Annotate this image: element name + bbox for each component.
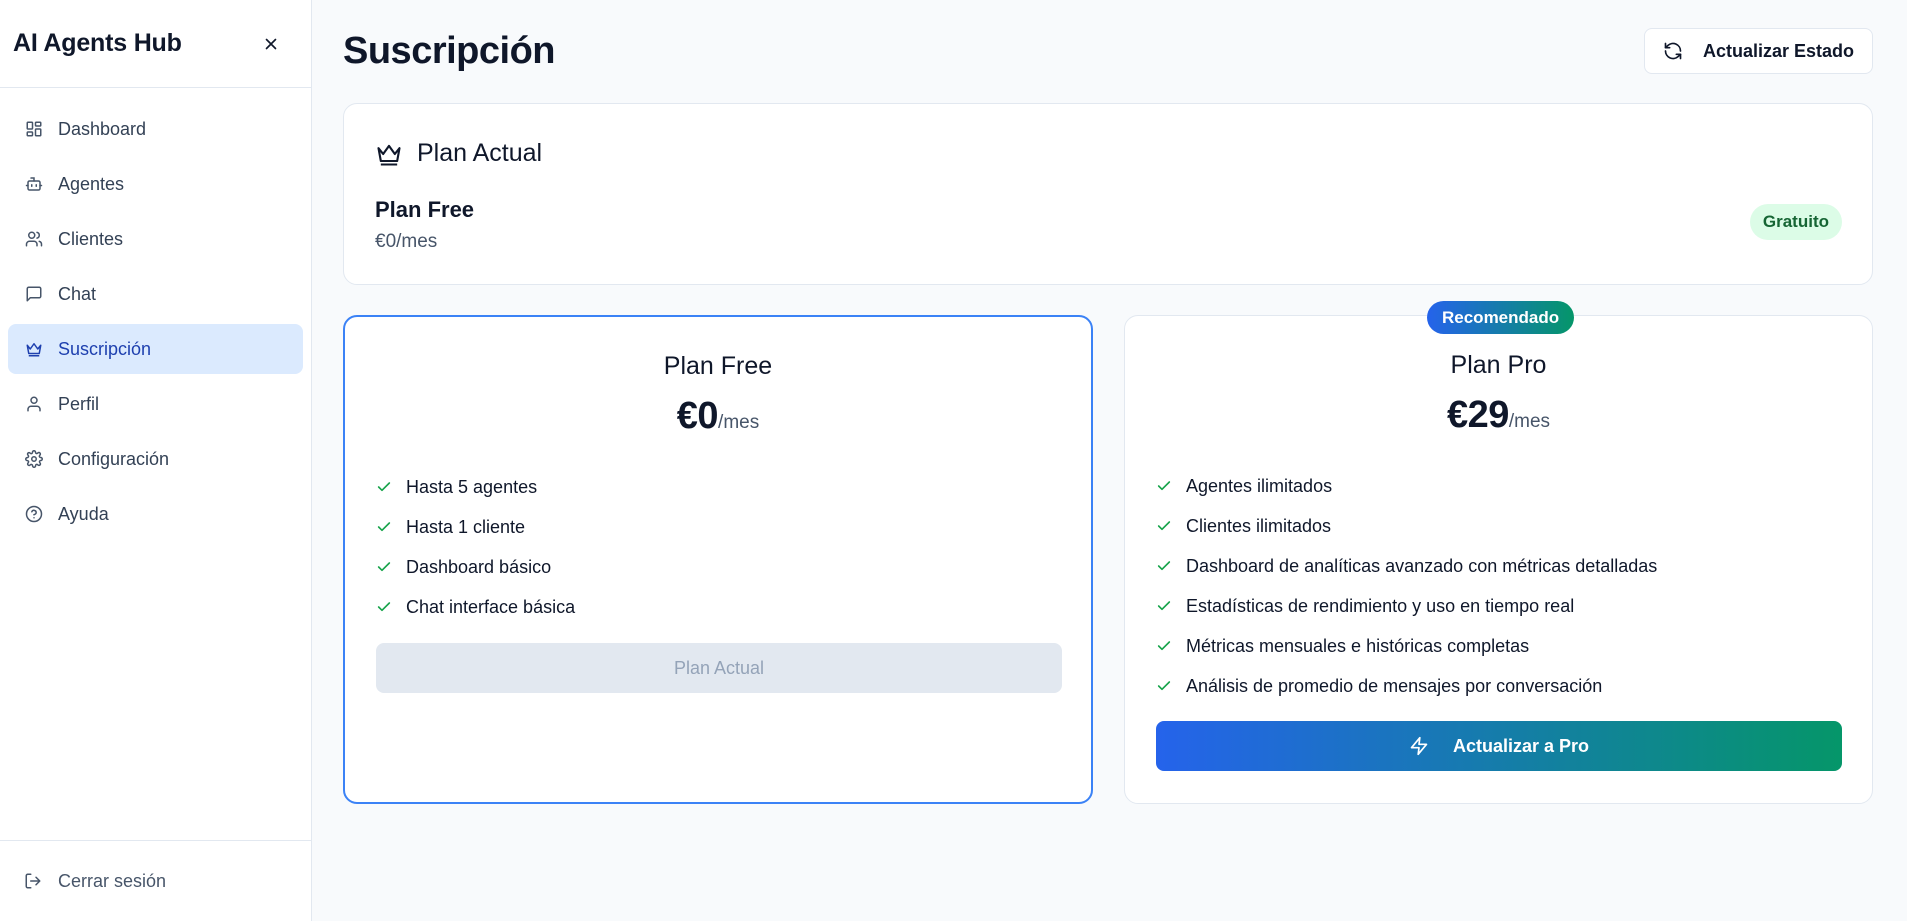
close-sidebar-button[interactable] — [257, 30, 285, 58]
list-item: Análisis de promedio de mensajes por con… — [1156, 666, 1657, 706]
app-title: AI Agents Hub — [13, 29, 182, 57]
check-icon — [1156, 677, 1174, 695]
sidebar-item-label: Suscripción — [58, 338, 152, 359]
logout-icon — [24, 871, 44, 891]
sidebar-item-ayuda[interactable]: Ayuda — [8, 489, 303, 539]
logout-button[interactable]: Cerrar sesión — [0, 840, 311, 921]
sidebar-item-label: Dashboard — [58, 118, 147, 139]
plan-pro-price: €29/mes — [1125, 394, 1872, 437]
list-item: Agentes ilimitados — [1156, 466, 1657, 506]
current-plan-heading: Plan Actual — [375, 139, 542, 168]
plan-pro-card: Plan Pro €29/mes Agentes ilimitados Clie… — [1124, 315, 1873, 804]
list-item: Estadísticas de rendimiento y uso en tie… — [1156, 586, 1657, 626]
sidebar-item-configuracion[interactable]: Configuración — [8, 434, 303, 484]
refresh-icon — [1663, 41, 1683, 61]
refresh-status-label: Actualizar Estado — [1702, 40, 1854, 61]
check-icon — [1156, 517, 1174, 535]
plan-free-price: €0/mes — [345, 395, 1091, 438]
sidebar-item-label: Ayuda — [58, 503, 109, 524]
page-title: Suscripción — [343, 30, 556, 72]
upgrade-to-pro-label: Actualizar a Pro — [1452, 735, 1590, 756]
logout-label: Cerrar sesión — [58, 870, 167, 891]
sidebar-item-suscripcion[interactable]: Suscripción — [8, 324, 303, 374]
sidebar-item-label: Clientes — [58, 228, 124, 249]
feature-label: Dashboard de analíticas avanzado con mét… — [1186, 555, 1658, 576]
feature-label: Dashboard básico — [406, 556, 552, 577]
plan-free-amount: €0 — [676, 395, 719, 437]
plan-pro-amount: €29 — [1446, 394, 1509, 436]
check-icon — [376, 478, 394, 496]
sidebar-item-label: Configuración — [58, 448, 170, 469]
close-icon — [265, 38, 277, 49]
feature-label: Análisis de promedio de mensajes por con… — [1186, 675, 1603, 696]
refresh-status-button[interactable]: Actualizar Estado — [1643, 28, 1873, 74]
main-content: Suscripción Actualizar Estado Plan Actua… — [312, 0, 1907, 921]
check-icon — [1156, 637, 1174, 655]
sidebar-item-dashboard[interactable]: Dashboard — [8, 104, 303, 154]
plan-free-name: Plan Free — [663, 352, 773, 380]
help-icon — [24, 504, 44, 524]
sidebar-item-clientes[interactable]: Clientes — [8, 214, 303, 264]
check-icon — [376, 518, 394, 536]
sidebar-item-label: Agentes — [58, 173, 125, 194]
recommended-badge: Recomendado — [1427, 301, 1575, 334]
dashboard-icon — [24, 119, 44, 139]
sidebar-item-label: Chat — [58, 283, 97, 304]
bot-icon — [24, 174, 44, 194]
gear-icon — [24, 449, 44, 469]
sidebar-nav: Dashboard Agentes Clientes Chat Suscripc… — [0, 88, 311, 539]
plan-free-features: Hasta 5 agentes Hasta 1 cliente Dashboar… — [376, 467, 575, 627]
sidebar-item-agentes[interactable]: Agentes — [8, 159, 303, 209]
check-icon — [1156, 557, 1174, 575]
list-item: Dashboard básico — [376, 547, 575, 587]
plan-pro-period: /mes — [1508, 411, 1551, 432]
feature-label: Agentes ilimitados — [1186, 475, 1333, 496]
sidebar-item-perfil[interactable]: Perfil — [8, 379, 303, 429]
check-icon — [1156, 597, 1174, 615]
check-icon — [1156, 477, 1174, 495]
check-icon — [376, 598, 394, 616]
status-badge: Gratuito — [1749, 204, 1842, 240]
list-item: Clientes ilimitados — [1156, 506, 1657, 546]
current-plan-title: Plan Actual — [417, 139, 543, 167]
current-plan-price: €0/mes — [375, 231, 438, 252]
current-plan-button: Plan Actual — [376, 643, 1062, 693]
plan-free-card: Plan Free €0/mes Hasta 5 agentes Hasta 1… — [343, 315, 1093, 804]
check-icon — [376, 558, 394, 576]
plan-pro-name: Plan Pro — [1450, 351, 1547, 379]
feature-label: Hasta 1 cliente — [406, 516, 526, 537]
sidebar-header: AI Agents Hub — [0, 0, 311, 88]
chat-icon — [24, 284, 44, 304]
list-item: Métricas mensuales e históricas completa… — [1156, 626, 1657, 666]
upgrade-to-pro-button[interactable]: Actualizar a Pro — [1156, 721, 1842, 771]
plan-free-period: /mes — [718, 412, 760, 433]
list-item: Hasta 1 cliente — [376, 507, 575, 547]
sidebar: AI Agents Hub Dashboard Agentes Clientes — [0, 0, 312, 921]
crown-icon — [24, 339, 44, 359]
feature-label: Clientes ilimitados — [1186, 515, 1332, 536]
feature-label: Hasta 5 agentes — [406, 476, 538, 497]
current-plan-card: Plan Actual Plan Free €0/mes Gratuito — [343, 103, 1873, 285]
sidebar-item-label: Perfil — [58, 393, 100, 414]
current-plan-name: Plan Free — [375, 197, 475, 222]
list-item: Dashboard de analíticas avanzado con mét… — [1156, 546, 1657, 586]
feature-label: Chat interface básica — [406, 596, 576, 617]
sidebar-item-chat[interactable]: Chat — [8, 269, 303, 319]
list-item: Chat interface básica — [376, 587, 575, 627]
crown-icon — [375, 140, 403, 168]
lightning-icon — [1409, 736, 1429, 756]
user-icon — [24, 394, 44, 414]
feature-label: Estadísticas de rendimiento y uso en tie… — [1186, 595, 1575, 616]
list-item: Hasta 5 agentes — [376, 467, 575, 507]
plan-pro-features: Agentes ilimitados Clientes ilimitados D… — [1156, 466, 1657, 706]
feature-label: Métricas mensuales e históricas completa… — [1186, 635, 1530, 656]
users-icon — [24, 229, 44, 249]
